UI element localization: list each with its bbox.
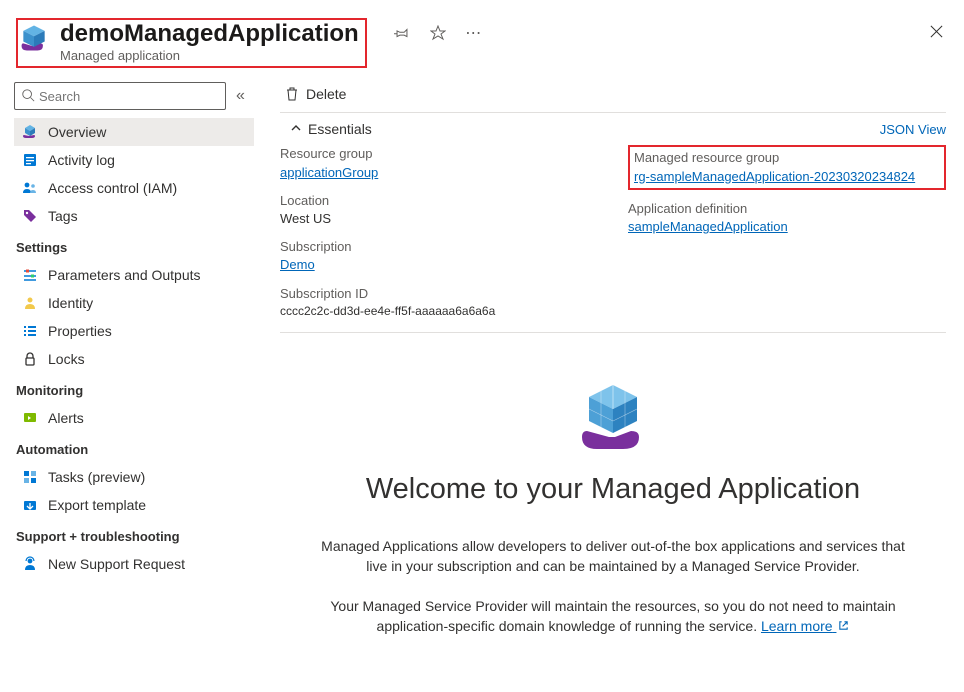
- subscription-id-label: Subscription ID: [280, 285, 598, 303]
- sidebar-item-properties[interactable]: Properties: [14, 317, 254, 345]
- sidebar-item-label: Alerts: [48, 410, 84, 426]
- sidebar-item-label: Tags: [48, 208, 78, 224]
- sidebar-section-support: Support + troubleshooting: [14, 519, 254, 550]
- page-header: demoManagedApplication Managed applicati…: [0, 0, 964, 76]
- alerts-icon: [22, 410, 38, 426]
- sidebar-item-label: Activity log: [48, 152, 115, 168]
- json-view-link[interactable]: JSON View: [880, 122, 946, 137]
- close-button[interactable]: [929, 18, 944, 42]
- delete-button[interactable]: Delete: [280, 84, 350, 104]
- essentials-label: Essentials: [308, 121, 372, 137]
- more-button[interactable]: ⋯: [465, 24, 483, 42]
- collapse-sidebar-button[interactable]: «: [232, 87, 249, 105]
- sidebar-item-tags[interactable]: Tags: [14, 202, 254, 230]
- sidebar-item-tasks[interactable]: Tasks (preview): [14, 463, 254, 491]
- sidebar-item-label: Properties: [48, 323, 112, 339]
- sidebar-item-access-control[interactable]: Access control (IAM): [14, 174, 254, 202]
- managed-app-icon: [18, 22, 50, 54]
- export-icon: [22, 497, 38, 513]
- page-title: demoManagedApplication: [60, 20, 359, 48]
- sidebar: « Overview Activity log Access control (…: [0, 76, 262, 692]
- sidebar-item-identity[interactable]: Identity: [14, 289, 254, 317]
- location-label: Location: [280, 192, 598, 210]
- managed-rg-highlight-box: Managed resource group rg-sampleManagedA…: [628, 145, 946, 189]
- sidebar-item-locks[interactable]: Locks: [14, 345, 254, 373]
- sidebar-item-label: Overview: [48, 124, 106, 140]
- welcome-title: Welcome to your Managed Application: [310, 473, 916, 506]
- sidebar-section-automation: Automation: [14, 432, 254, 463]
- search-input[interactable]: [39, 89, 219, 104]
- welcome-section: Welcome to your Managed Application Mana…: [280, 333, 946, 637]
- subscription-id-value: cccc2c2c-dd3d-ee4e-ff5f-aaaaaa6a6a6a: [280, 303, 598, 320]
- title-highlight-box: demoManagedApplication Managed applicati…: [16, 18, 367, 68]
- welcome-para-1: Managed Applications allow developers to…: [310, 536, 916, 577]
- sidebar-item-label: Locks: [48, 351, 85, 367]
- sidebar-item-new-support[interactable]: New Support Request: [14, 550, 254, 578]
- sidebar-item-label: Export template: [48, 497, 146, 513]
- sidebar-item-export-template[interactable]: Export template: [14, 491, 254, 519]
- lock-icon: [22, 351, 38, 367]
- subscription-label: Subscription: [280, 238, 598, 256]
- learn-more-link[interactable]: Learn more: [761, 618, 849, 634]
- properties-icon: [22, 323, 38, 339]
- pin-button[interactable]: [393, 24, 411, 42]
- sidebar-item-label: Identity: [48, 295, 93, 311]
- cube-hand-icon: [22, 124, 38, 140]
- sidebar-section-settings: Settings: [14, 230, 254, 261]
- managed-rg-label: Managed resource group: [634, 149, 940, 167]
- sidebar-item-activity-log[interactable]: Activity log: [14, 146, 254, 174]
- app-definition-link[interactable]: sampleManagedApplication: [628, 219, 788, 234]
- favorite-button[interactable]: [429, 24, 447, 42]
- log-icon: [22, 152, 38, 168]
- page-subtitle: Managed application: [60, 48, 359, 65]
- support-icon: [22, 556, 38, 572]
- external-link-icon: [838, 616, 849, 636]
- essentials-header: Essentials JSON View: [280, 113, 946, 145]
- welcome-icon: [573, 377, 653, 457]
- tag-icon: [22, 208, 38, 224]
- resource-group-link[interactable]: applicationGroup: [280, 165, 378, 180]
- iam-icon: [22, 180, 38, 196]
- sidebar-section-monitoring: Monitoring: [14, 373, 254, 404]
- main-content: Delete Essentials JSON View Resource gro…: [262, 76, 964, 692]
- sidebar-item-label: Tasks (preview): [48, 469, 145, 485]
- essentials-toggle[interactable]: [290, 121, 302, 137]
- command-bar: Delete: [280, 82, 946, 113]
- delete-label: Delete: [306, 86, 346, 102]
- resource-group-label: Resource group: [280, 145, 598, 163]
- app-definition-label: Application definition: [628, 200, 946, 218]
- subscription-link[interactable]: Demo: [280, 257, 315, 272]
- search-box[interactable]: [14, 82, 226, 110]
- welcome-para-2: Your Managed Service Provider will maint…: [310, 596, 916, 637]
- sidebar-item-label: Parameters and Outputs: [48, 267, 201, 283]
- sliders-icon: [22, 267, 38, 283]
- sidebar-item-label: Access control (IAM): [48, 180, 177, 196]
- sidebar-item-alerts[interactable]: Alerts: [14, 404, 254, 432]
- tasks-icon: [22, 469, 38, 485]
- essentials-grid: Resource group applicationGroup Location…: [280, 145, 946, 332]
- managed-rg-link[interactable]: rg-sampleManagedApplication-202303202348…: [634, 169, 915, 184]
- identity-icon: [22, 295, 38, 311]
- sidebar-item-parameters[interactable]: Parameters and Outputs: [14, 261, 254, 289]
- sidebar-item-label: New Support Request: [48, 556, 185, 572]
- search-icon: [21, 88, 35, 105]
- sidebar-item-overview[interactable]: Overview: [14, 118, 254, 146]
- location-value: West US: [280, 210, 598, 228]
